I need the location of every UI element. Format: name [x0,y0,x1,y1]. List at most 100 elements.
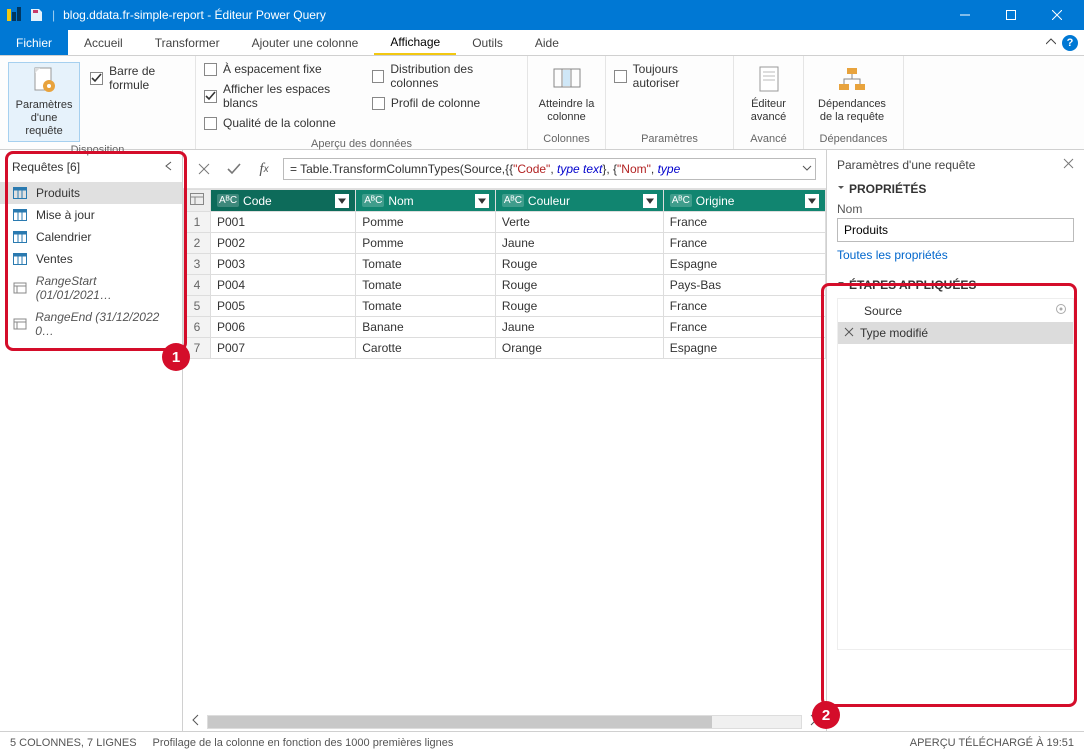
cell[interactable]: Espagne [663,338,825,359]
maximize-button[interactable] [988,0,1034,30]
column-header[interactable]: AᴮCNom [356,190,496,212]
whitespace-checkbox[interactable]: Afficher les espaces blancs [204,82,362,110]
always-allow-checkbox[interactable]: Toujours autoriser [614,62,725,90]
column-header[interactable]: AᴮCCouleur [495,190,663,212]
tab-view[interactable]: Affichage [374,30,456,55]
monospaced-checkbox[interactable]: À espacement fixe [204,62,362,76]
row-number[interactable]: 7 [184,338,211,359]
tab-add-column[interactable]: Ajouter une colonne [236,30,375,55]
applied-step[interactable]: Source [838,299,1073,322]
formula-input[interactable]: = Table.TransformColumnTypes(Source,{{"C… [283,158,816,180]
applied-step[interactable]: Type modifié [838,322,1073,344]
ribbon-collapse-icon[interactable] [1046,36,1056,50]
close-button[interactable] [1034,0,1080,30]
row-number[interactable]: 6 [184,317,211,338]
column-profile-checkbox[interactable]: Profil de colonne [372,96,519,110]
query-item[interactable]: RangeStart (01/01/2021… [0,270,182,306]
goto-column-button[interactable]: Atteindre la colonne [536,62,597,126]
column-quality-checkbox[interactable]: Qualité de la colonne [204,116,362,130]
table-row[interactable]: 1P001PommeVerteFrance [184,212,826,233]
row-header-corner[interactable] [184,190,211,212]
formula-bar-checkbox[interactable]: Barre de formule [90,64,187,92]
gear-icon[interactable] [1055,303,1067,318]
query-item[interactable]: Ventes [0,248,182,270]
tab-transform[interactable]: Transformer [139,30,236,55]
cell[interactable]: P007 [211,338,356,359]
column-header[interactable]: AᴮCOrigine [663,190,825,212]
table-row[interactable]: 2P002PommeJauneFrance [184,233,826,254]
table-row[interactable]: 7P007CarotteOrangeEspagne [184,338,826,359]
cell[interactable]: Rouge [495,254,663,275]
cell[interactable]: Tomate [356,254,496,275]
cell[interactable]: P003 [211,254,356,275]
collapse-pane-icon[interactable] [164,160,174,174]
table-row[interactable]: 4P004TomateRougePays-Bas [184,275,826,296]
scroll-left-icon[interactable] [191,714,201,729]
cell[interactable]: P001 [211,212,356,233]
column-dropdown-icon[interactable] [335,194,349,208]
applied-steps-section[interactable]: ÉTAPES APPLIQUÉES [837,278,1074,292]
cell[interactable]: P005 [211,296,356,317]
horizontal-scrollbar[interactable] [183,712,826,731]
table-row[interactable]: 5P005TomateRougeFrance [184,296,826,317]
cell[interactable]: Tomate [356,275,496,296]
commit-formula-icon[interactable] [223,158,245,180]
cell[interactable]: France [663,296,825,317]
cell[interactable]: Banane [356,317,496,338]
advanced-editor-button[interactable]: Éditeur avancé [742,62,795,126]
query-deps-button[interactable]: Dépendances de la requête [812,62,892,126]
status-profiling[interactable]: Profilage de la colonne en fonction des … [153,737,454,749]
query-item[interactable]: Produits [0,182,182,204]
cell[interactable]: Verte [495,212,663,233]
cell[interactable]: P002 [211,233,356,254]
cell[interactable]: France [663,233,825,254]
data-grid[interactable]: AᴮCCodeAᴮCNomAᴮCCouleurAᴮCOrigine1P001Po… [183,189,826,712]
cell[interactable]: Pomme [356,233,496,254]
save-icon[interactable] [26,5,46,25]
column-dropdown-icon[interactable] [805,194,819,208]
help-icon[interactable]: ? [1062,35,1078,51]
cell[interactable]: P004 [211,275,356,296]
column-distribution-checkbox[interactable]: Distribution des colonnes [372,62,519,90]
query-settings-button[interactable]: Paramètres d'une requête [8,62,80,142]
tab-file[interactable]: Fichier [0,30,68,55]
row-number[interactable]: 4 [184,275,211,296]
fx-icon[interactable]: fx [253,158,275,180]
minimize-button[interactable] [942,0,988,30]
cell[interactable]: P006 [211,317,356,338]
tab-home[interactable]: Accueil [68,30,139,55]
cell[interactable]: Orange [495,338,663,359]
cell[interactable]: Rouge [495,296,663,317]
query-item[interactable]: Mise à jour [0,204,182,226]
row-number[interactable]: 2 [184,233,211,254]
column-header[interactable]: AᴮCCode [211,190,356,212]
query-item[interactable]: RangeEnd (31/12/2022 0… [0,306,182,342]
cell[interactable]: Carotte [356,338,496,359]
cell[interactable]: Espagne [663,254,825,275]
cell[interactable]: Pays-Bas [663,275,825,296]
row-number[interactable]: 5 [184,296,211,317]
properties-section[interactable]: PROPRIÉTÉS [837,182,1074,196]
cancel-formula-icon[interactable] [193,158,215,180]
delete-step-icon[interactable] [844,326,854,340]
query-item[interactable]: Calendrier [0,226,182,248]
scroll-right-icon[interactable] [808,714,818,729]
cell[interactable]: Pomme [356,212,496,233]
column-dropdown-icon[interactable] [475,194,489,208]
cell[interactable]: Jaune [495,317,663,338]
cell[interactable]: France [663,317,825,338]
formula-expand-icon[interactable] [802,162,812,176]
all-properties-link[interactable]: Toutes les propriétés [837,248,1074,262]
row-number[interactable]: 1 [184,212,211,233]
cell[interactable]: Rouge [495,275,663,296]
cell[interactable]: Tomate [356,296,496,317]
query-name-input[interactable] [837,218,1074,242]
close-settings-icon[interactable] [1063,158,1074,172]
cell[interactable]: France [663,212,825,233]
table-row[interactable]: 3P003TomateRougeEspagne [184,254,826,275]
row-number[interactable]: 3 [184,254,211,275]
table-row[interactable]: 6P006BananeJauneFrance [184,317,826,338]
tab-tools[interactable]: Outils [456,30,519,55]
cell[interactable]: Jaune [495,233,663,254]
column-dropdown-icon[interactable] [643,194,657,208]
